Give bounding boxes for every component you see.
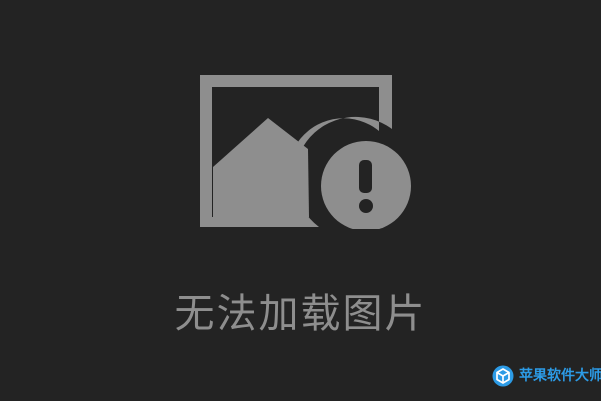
image-load-error-panel: 无法加载图片 bbox=[0, 0, 601, 401]
load-error-message: 无法加载图片 bbox=[174, 291, 427, 337]
watermark-text: 苹果软件大师 bbox=[519, 368, 601, 384]
broken-image-icon bbox=[198, 73, 416, 229]
cube-logo-icon bbox=[492, 365, 514, 387]
watermark: 苹果软件大师 bbox=[492, 364, 601, 388]
